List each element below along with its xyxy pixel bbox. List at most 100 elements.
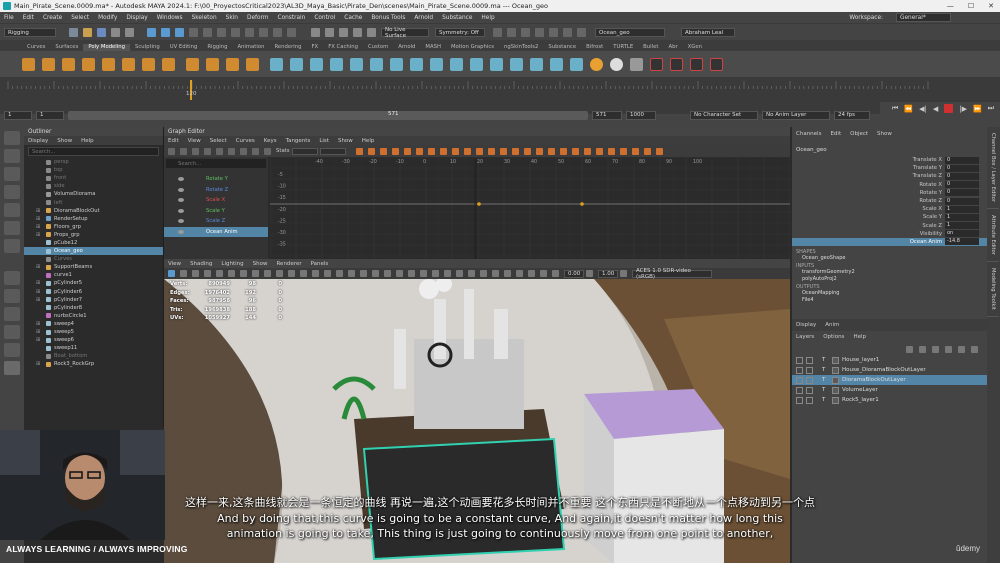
bevel-icon[interactable] [410, 57, 423, 71]
menu-bonus-tools[interactable]: Bonus Tools [371, 15, 405, 21]
move-tool-icon[interactable] [4, 185, 20, 199]
ipr-render-icon[interactable] [521, 28, 530, 37]
outliner-item[interactable]: ⊞ Rock3_RockGrp [24, 360, 163, 368]
layer-tab-anim[interactable]: Anim [825, 322, 839, 328]
viewport-tool-icon[interactable] [516, 270, 523, 277]
viewport-tool-icon[interactable] [300, 270, 307, 277]
keyframe[interactable] [580, 202, 584, 206]
outliner-item[interactable]: ⊞ DioramaBlockOut [24, 207, 163, 215]
viewport-menu-lighting[interactable]: Lighting [221, 261, 243, 267]
expand-icon[interactable]: ⊞ [36, 216, 40, 222]
outliner-item[interactable]: VolumeDiorama [24, 190, 163, 198]
shelf-tab-rigging[interactable]: Rigging [202, 44, 232, 51]
circularize-icon[interactable] [550, 57, 563, 71]
shelf-tab-uv-editing[interactable]: UV Editing [165, 44, 203, 51]
tangent-icon[interactable] [415, 147, 423, 155]
layer-color-swatch[interactable] [832, 376, 839, 384]
layer-tool-icon[interactable] [958, 345, 965, 353]
skull-icon[interactable] [610, 57, 623, 71]
poly-torus-icon[interactable] [102, 57, 115, 71]
viewport-tool-icon[interactable] [468, 270, 475, 277]
ar-ball-icon[interactable] [590, 57, 603, 71]
shelf-tab-sculpting[interactable]: Sculpting [130, 44, 165, 51]
channel-node-item[interactable]: File4 [796, 297, 983, 305]
menu-cache[interactable]: Cache [344, 15, 362, 21]
display-type-toggle[interactable]: T [822, 367, 825, 373]
graph-curve-item[interactable]: Rotate Y [164, 174, 268, 185]
tangent-icon[interactable] [427, 147, 435, 155]
workspace-dropdown[interactable]: General* [896, 13, 951, 22]
character-set-dropdown[interactable]: No Character Set [690, 110, 758, 120]
tangent-icon[interactable] [559, 147, 567, 155]
channel-row[interactable]: Visibility on [792, 230, 987, 238]
channel-row[interactable]: Scale Z1 [792, 222, 987, 230]
layer-tool-icon[interactable] [971, 345, 978, 353]
channel-value[interactable]: 0 [945, 164, 979, 172]
ar-tool-icon[interactable] [630, 57, 643, 71]
menu-select[interactable]: Select [71, 15, 89, 21]
exposure-field[interactable]: 0.00 [564, 269, 584, 278]
shelf-tab-bifrost[interactable]: Bifrost [581, 44, 608, 51]
viewport-menu-shading[interactable]: Shading [190, 261, 212, 267]
tangent-icon[interactable] [571, 147, 579, 155]
menu-control[interactable]: Control [314, 15, 335, 21]
layer-color-swatch[interactable] [832, 396, 839, 404]
viewport-tool-icon[interactable] [252, 270, 259, 277]
visibility-toggle[interactable] [796, 396, 803, 404]
bridge-icon[interactable] [390, 57, 403, 71]
paint-select-icon[interactable] [4, 167, 20, 181]
outliner-item[interactable]: ⊞ RenderSetup [24, 215, 163, 223]
viewport-tool-icon[interactable] [204, 270, 211, 277]
channel-row[interactable]: Ocean Anim -14.8 [792, 237, 987, 247]
expand-icon[interactable]: ⊞ [36, 297, 40, 303]
channel-row[interactable]: Translate Y0 [792, 164, 987, 172]
visibility-toggle[interactable] [796, 366, 803, 374]
poly-cone-icon[interactable] [82, 57, 95, 71]
graph-menu-list[interactable]: List [319, 138, 329, 144]
channel-row[interactable]: Scale Y1 [792, 213, 987, 221]
layer-row[interactable]: T Rock5_layer1 [792, 395, 987, 405]
graph-menu-edit[interactable]: Edit [168, 138, 179, 144]
go-to-end-icon[interactable]: ⏭ [988, 104, 994, 113]
sphere-svg-icon[interactable] [206, 57, 219, 71]
outliner-item[interactable]: side [24, 182, 163, 190]
viewport-tool-icon[interactable] [504, 270, 511, 277]
expand-icon[interactable]: ⊞ [36, 208, 40, 214]
graph-curve-item[interactable]: Scale Z [164, 216, 268, 227]
object-name-field[interactable]: Ocean_geo [595, 28, 665, 37]
menu-skin[interactable]: Skin [226, 15, 238, 21]
layout-single-icon[interactable] [4, 271, 20, 285]
channel-box-menu-show[interactable]: Show [877, 131, 892, 137]
tangent-icon[interactable] [463, 147, 471, 155]
color-space-dropdown[interactable]: ACES 1.0 SDR-video (sRGB) [632, 268, 712, 280]
channel-node-item[interactable]: polyAutoProj2 [796, 276, 983, 284]
shelf-tab-animation[interactable]: Animation [232, 44, 269, 51]
target-weld-icon[interactable] [490, 57, 503, 71]
menu-substance[interactable]: Substance [442, 15, 472, 21]
menu-constrain[interactable]: Constrain [278, 15, 306, 21]
shelf-tab-surfaces[interactable]: Surfaces [50, 44, 83, 51]
select-component-icon[interactable] [175, 28, 184, 37]
save-scene-icon[interactable] [97, 28, 106, 37]
channel-box-menu-channels[interactable]: Channels [796, 131, 821, 137]
select-object-icon[interactable] [161, 28, 170, 37]
selection-mask-icon[interactable] [231, 28, 240, 37]
outliner-item[interactable]: sweep11 [24, 344, 163, 352]
viewport-menu-panels[interactable]: Panels [311, 261, 329, 267]
playback-toggle[interactable] [806, 396, 813, 404]
visibility-toggle[interactable] [796, 356, 803, 364]
channel-row[interactable]: Translate X0 [792, 156, 987, 164]
shelf-tab-custom[interactable]: Custom [363, 44, 393, 51]
tangent-icon[interactable] [379, 147, 387, 155]
smooth-icon[interactable] [310, 57, 323, 71]
outliner-item[interactable]: pCylinder8 [24, 304, 163, 312]
outliner-item[interactable]: ⊞ pCylinder5 [24, 279, 163, 287]
select-tool-icon[interactable] [4, 131, 20, 145]
offset-edge-loop-icon[interactable] [530, 57, 543, 71]
tangent-icon[interactable] [607, 147, 615, 155]
viewport-tool-icon[interactable] [384, 270, 391, 277]
layer-tool-icon[interactable] [919, 345, 926, 353]
select-hierarchy-icon[interactable] [147, 28, 156, 37]
selection-mask-icon[interactable] [259, 28, 268, 37]
menu-set-dropdown[interactable]: Rigging [4, 28, 56, 37]
